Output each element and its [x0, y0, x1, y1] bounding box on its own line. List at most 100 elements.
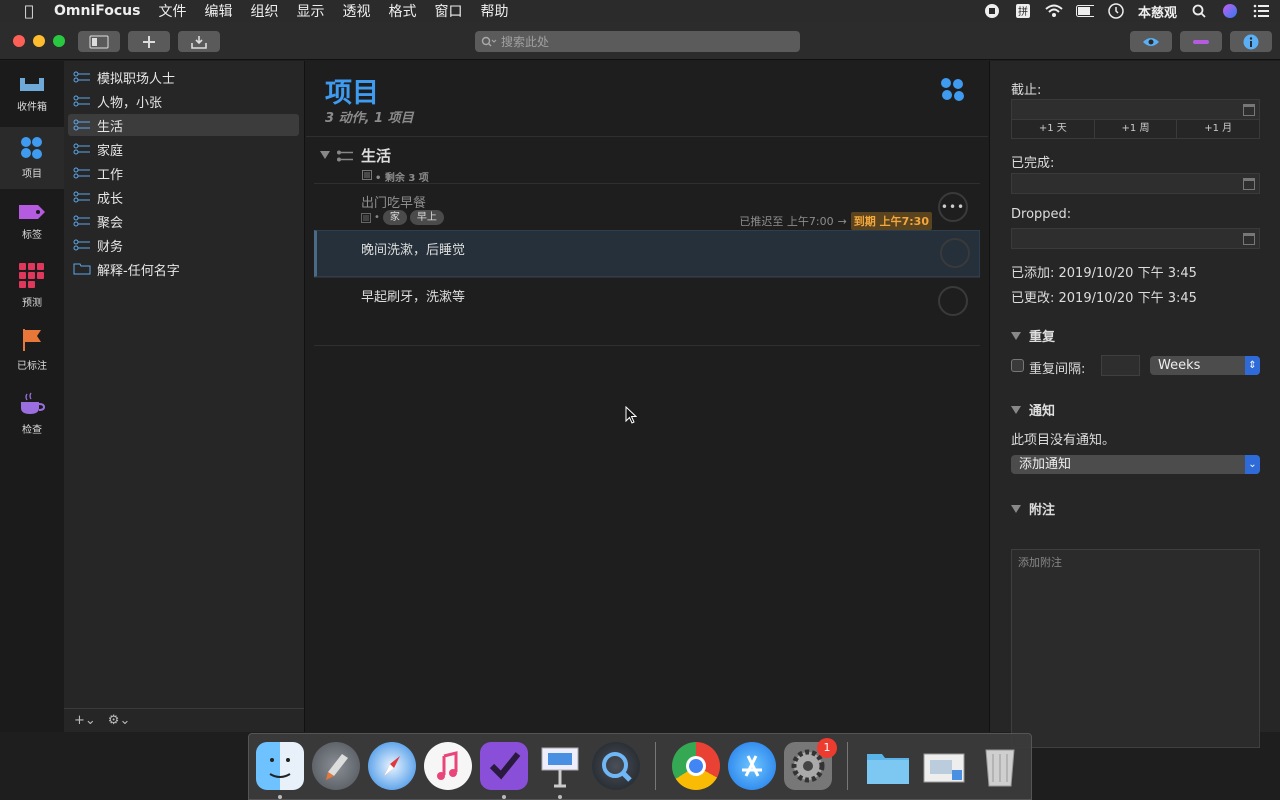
zoom-button[interactable]: [53, 35, 65, 47]
calendar-icon[interactable]: [1243, 104, 1255, 116]
menu-file[interactable]: 文件: [158, 1, 186, 21]
omnifocus-icon[interactable]: [480, 742, 528, 790]
search-input[interactable]: [501, 34, 781, 49]
perspective-inbox[interactable]: 收件箱: [0, 63, 64, 125]
note-textarea[interactable]: 添加附注: [1011, 549, 1260, 748]
menu-view[interactable]: 显示: [296, 1, 324, 21]
sidebar-item-project[interactable]: 财务: [68, 234, 299, 256]
disclosure-triangle-icon[interactable]: [320, 151, 330, 159]
trash-icon[interactable]: [976, 742, 1024, 790]
section-title: 通知: [1029, 404, 1056, 419]
toggle-sidebar-button[interactable]: [78, 31, 120, 52]
notification-center-icon[interactable]: [1252, 3, 1270, 19]
sidebar-item-label: 工作: [97, 167, 124, 183]
perspective-forecast[interactable]: 预测: [0, 255, 64, 317]
plus-one-month-button[interactable]: +1 月: [1177, 119, 1259, 138]
task-name[interactable]: 出门吃早餐: [361, 192, 426, 211]
battery-icon[interactable]: [1075, 3, 1094, 19]
safari-icon[interactable]: [368, 742, 416, 790]
repeat-checkbox[interactable]: [1011, 359, 1024, 372]
task-row[interactable]: 出门吃早餐 • 家 早上 已推迟至 上午7:00 → 到期 上午7:30 •••: [314, 183, 980, 230]
preview-icon[interactable]: [920, 742, 968, 790]
sidebar-item-project-selected[interactable]: 生活: [68, 114, 299, 136]
app-store-icon[interactable]: [728, 742, 776, 790]
sidebar-item-project[interactable]: 人物，小张: [68, 90, 299, 112]
perspective-projects[interactable]: 项目: [0, 127, 64, 189]
project-title[interactable]: 生活: [361, 145, 391, 166]
sidebar-item-project[interactable]: 聚会: [68, 210, 299, 232]
view-options-button[interactable]: [1130, 31, 1172, 52]
finder-icon[interactable]: [256, 742, 304, 790]
new-item-button[interactable]: [128, 31, 170, 52]
disclosure-triangle-icon[interactable]: [1011, 504, 1021, 513]
inspector-button[interactable]: [1230, 31, 1272, 52]
downloads-folder-icon[interactable]: [864, 742, 912, 790]
menu-format[interactable]: 格式: [388, 1, 416, 21]
calendar-icon[interactable]: [1243, 233, 1255, 245]
project-icon: [73, 143, 90, 155]
task-row-selected[interactable]: 晚间洗漱，后睡觉: [314, 230, 980, 277]
repeat-interval-input[interactable]: [1101, 355, 1140, 376]
menu-help[interactable]: 帮助: [480, 1, 508, 21]
add-menu-icon[interactable]: +⌄: [74, 713, 96, 728]
completed-date-field[interactable]: [1011, 173, 1260, 194]
menu-organize[interactable]: 组织: [250, 1, 278, 21]
dropped-date-field[interactable]: [1011, 228, 1260, 249]
sidebar-item-folder[interactable]: 解释-任何名字: [68, 258, 299, 280]
disclosure-triangle-icon[interactable]: [1011, 331, 1021, 340]
sidebar-item-project[interactable]: 模拟职场人士: [68, 66, 299, 88]
repeat-section-header[interactable]: 重复: [1011, 326, 1055, 345]
close-button[interactable]: [13, 35, 25, 47]
tag-chip[interactable]: 早上: [409, 210, 444, 225]
task-status-circle[interactable]: [938, 286, 968, 316]
launchpad-icon[interactable]: [312, 742, 360, 790]
chrome-icon[interactable]: [672, 742, 720, 790]
sidebar-item-project[interactable]: 成长: [68, 186, 299, 208]
clock-icon[interactable]: [1107, 3, 1125, 19]
task-status-circle[interactable]: [940, 238, 970, 268]
clean-up-button[interactable]: [178, 31, 220, 52]
app-menu[interactable]: OmniFocus: [54, 3, 140, 19]
note-section-header[interactable]: 附注: [1011, 499, 1055, 518]
spotlight-icon[interactable]: [1190, 3, 1208, 19]
itunes-icon[interactable]: [424, 742, 472, 790]
plus-one-week-button[interactable]: +1 周: [1095, 119, 1178, 138]
siri-icon[interactable]: [1221, 3, 1239, 19]
menu-perspectives[interactable]: 透视: [342, 1, 370, 21]
repeat-unit-select[interactable]: Weeks ⇕: [1150, 356, 1260, 375]
task-status-circle[interactable]: •••: [938, 192, 968, 222]
input-method-icon[interactable]: 拼: [1014, 3, 1032, 19]
wifi-icon[interactable]: [1045, 3, 1063, 19]
task-name[interactable]: 早起刷牙，洗漱等: [361, 286, 465, 305]
tag-chip[interactable]: 家: [382, 210, 407, 225]
perspective-flagged[interactable]: 已标注: [0, 319, 64, 381]
focus-button[interactable]: [1180, 31, 1222, 52]
project-group-row[interactable]: 生活 • 剩余 3 项: [320, 143, 980, 184]
task-row[interactable]: 早起刷牙，洗漱等: [314, 277, 980, 324]
apple-icon[interactable]: : [18, 2, 40, 20]
calendar-icon[interactable]: [1243, 178, 1255, 190]
user-name[interactable]: 本慈观: [1138, 2, 1177, 21]
modified-date: 已更改: 2019/10/20 下午 3:45: [1011, 291, 1197, 306]
sidebar-item-label: 成长: [97, 191, 124, 207]
minimize-button[interactable]: [33, 35, 45, 47]
sidebar-footer: +⌄ ⚙⌄: [64, 708, 304, 732]
gear-icon[interactable]: ⚙⌄: [108, 713, 131, 728]
quicktime-icon[interactable]: [592, 742, 640, 790]
menu-edit[interactable]: 编辑: [204, 1, 232, 21]
search-field[interactable]: [475, 31, 800, 52]
sidebar-item-project[interactable]: 家庭: [68, 138, 299, 160]
record-icon[interactable]: [983, 3, 1001, 19]
plus-one-day-button[interactable]: +1 天: [1012, 119, 1095, 138]
disclosure-triangle-icon[interactable]: [1011, 405, 1021, 414]
due-date-field[interactable]: [1011, 99, 1260, 120]
task-name[interactable]: 晚间洗漱，后睡觉: [361, 239, 465, 258]
sidebar-item-project[interactable]: 工作: [68, 162, 299, 184]
perspective-label: 预测: [22, 298, 42, 309]
menu-window[interactable]: 窗口: [434, 1, 462, 21]
perspective-tags[interactable]: 标签: [0, 191, 64, 253]
perspective-review[interactable]: 检查: [0, 383, 64, 445]
notify-section-header[interactable]: 通知: [1011, 400, 1055, 419]
keynote-icon[interactable]: [536, 742, 584, 790]
add-notification-select[interactable]: 添加通知 ⌄: [1011, 455, 1260, 474]
